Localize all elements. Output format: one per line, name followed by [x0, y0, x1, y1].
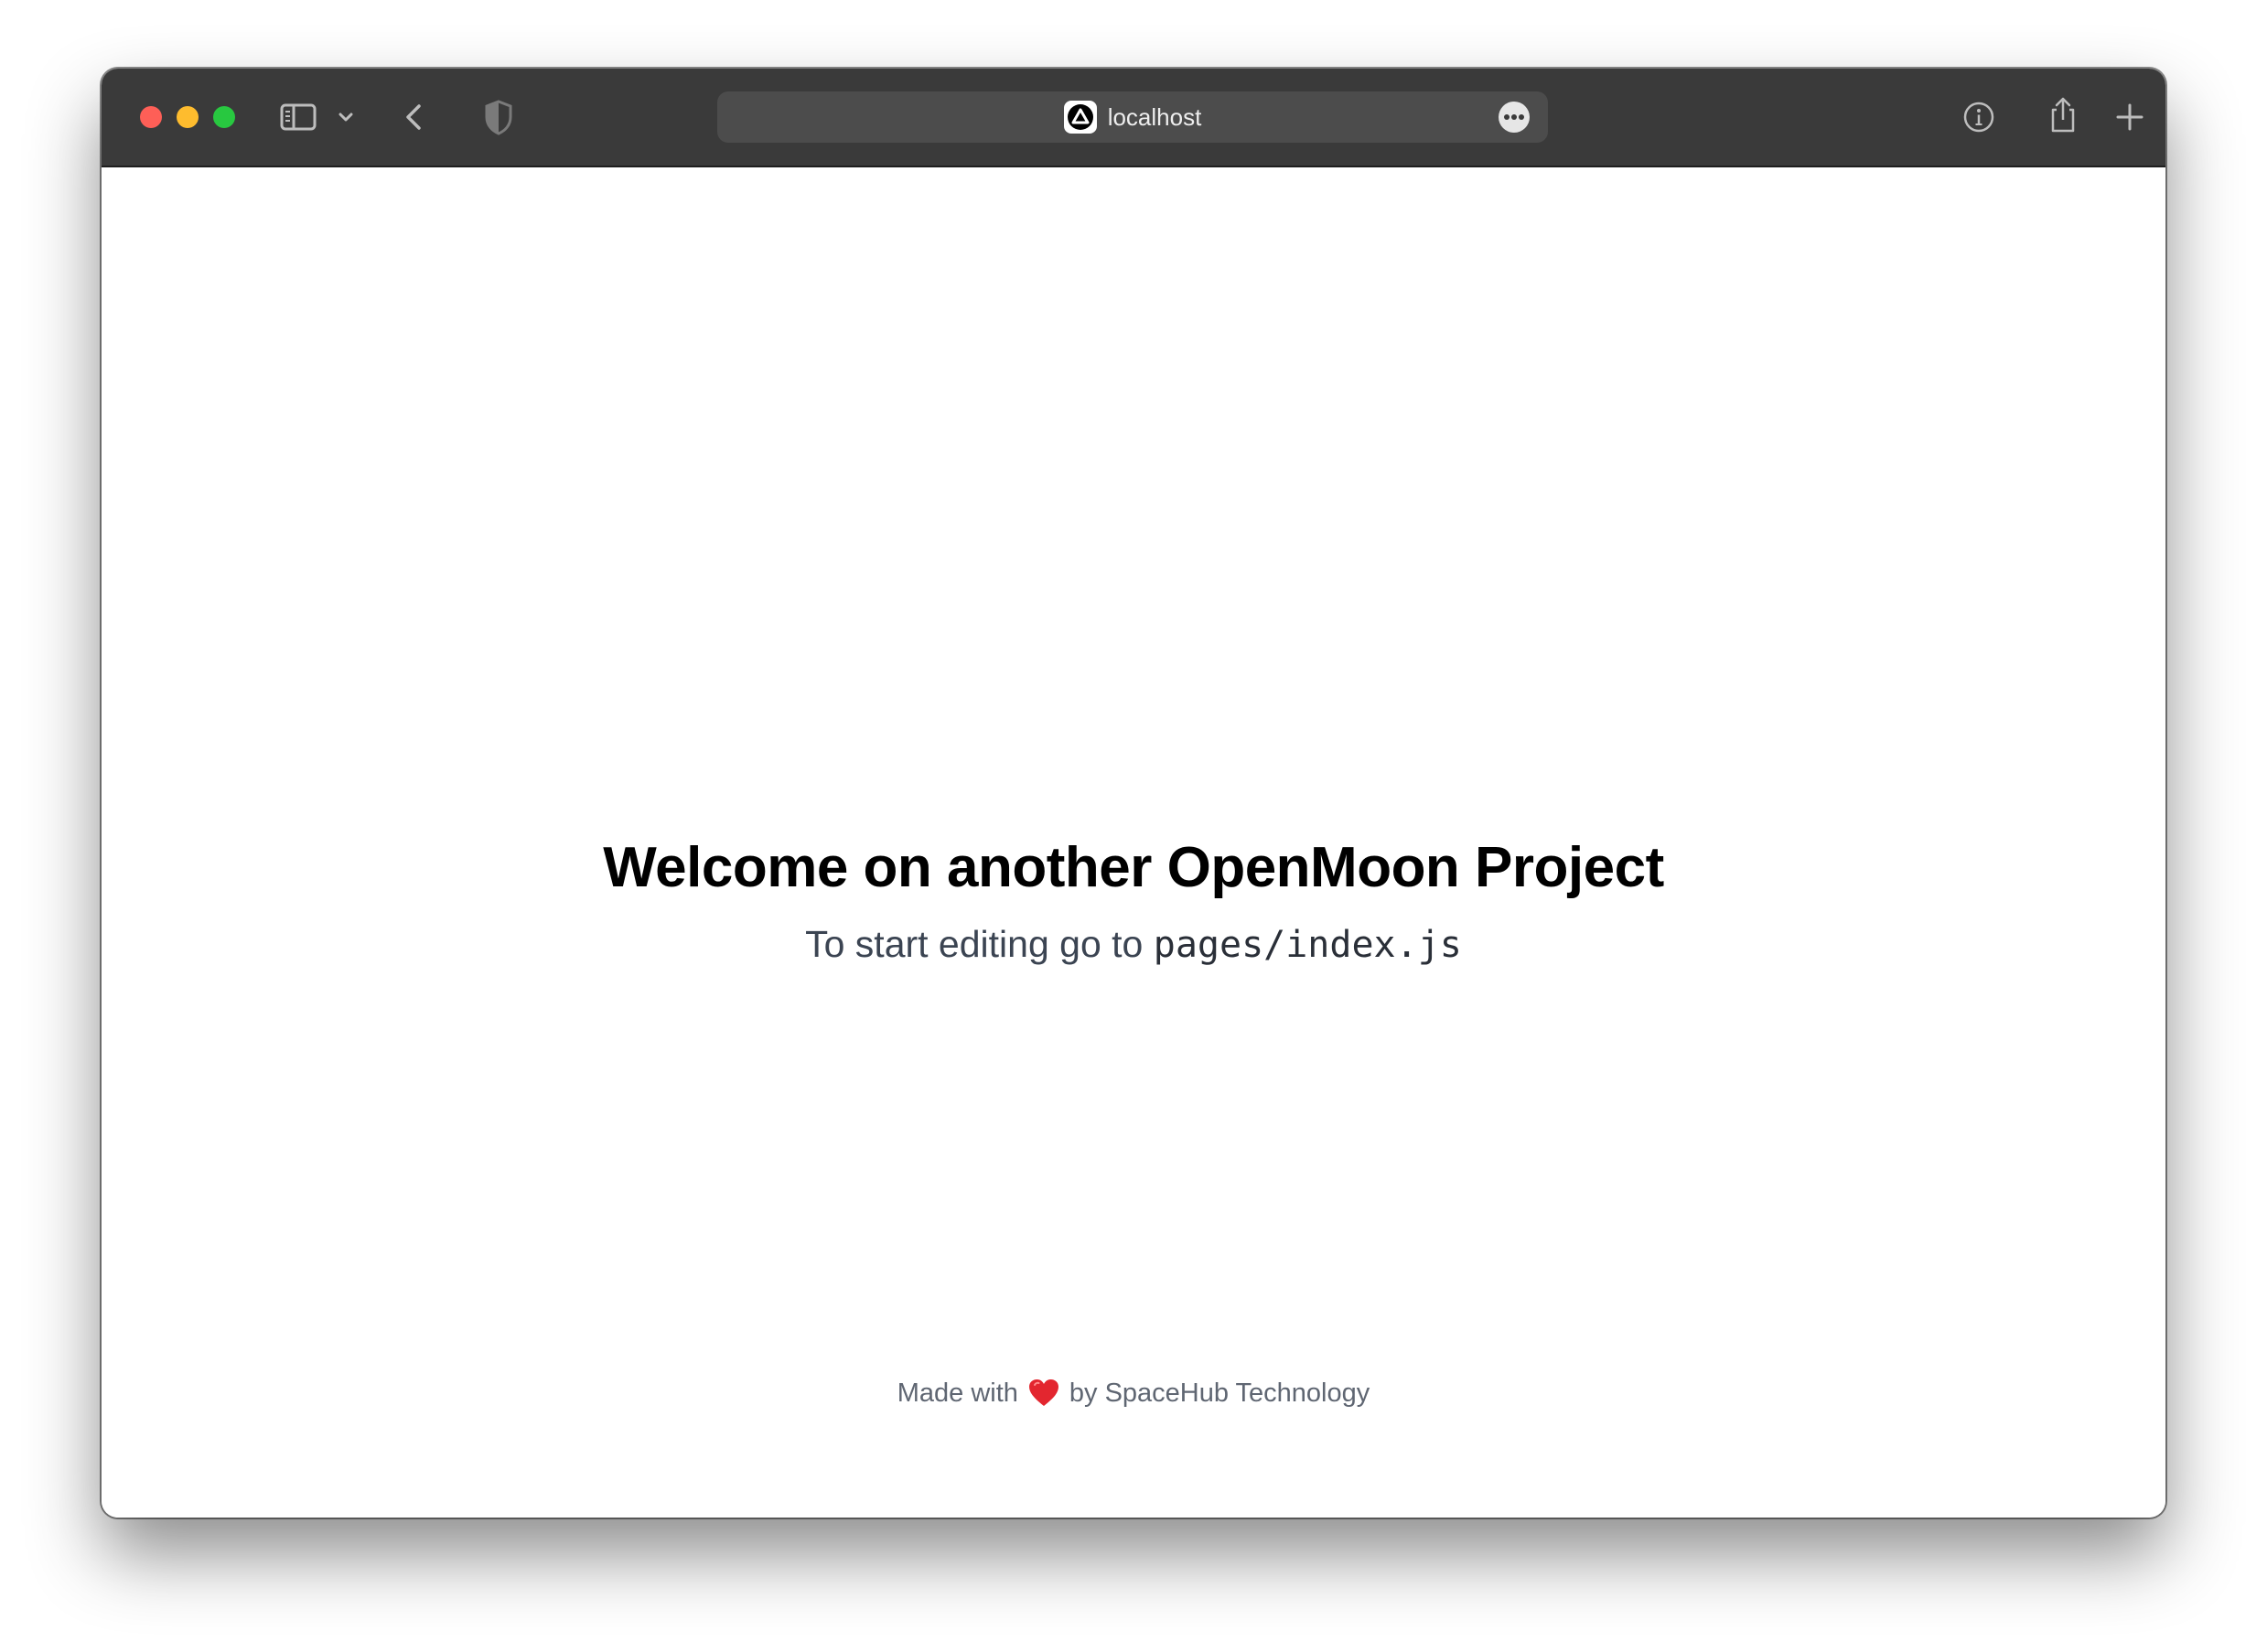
- page-content: Welcome on another OpenMoon Project To s…: [102, 167, 2165, 1518]
- browser-toolbar: localhost: [102, 69, 2165, 167]
- page-subtitle: To start editing go to pages/index.js: [102, 923, 2165, 966]
- triangle-logo-icon: [1063, 101, 1097, 134]
- file-path-code: pages/index.js: [1153, 924, 1462, 966]
- address-bar[interactable]: localhost: [717, 91, 1548, 143]
- url-text[interactable]: localhost: [1108, 103, 1202, 132]
- heart-icon: [1027, 1378, 1060, 1409]
- chevron-down-icon[interactable]: [336, 108, 356, 126]
- ellipsis-icon[interactable]: [1499, 102, 1530, 133]
- share-icon[interactable]: [2046, 94, 2080, 136]
- footer-suffix: by SpaceHub Technology: [1069, 1378, 1370, 1408]
- footer-prefix: Made with: [897, 1378, 1018, 1408]
- maximize-window-button[interactable]: [213, 106, 235, 128]
- minimize-window-button[interactable]: [177, 106, 199, 128]
- page-title: Welcome on another OpenMoon Project: [603, 836, 1664, 899]
- shield-icon[interactable]: [480, 97, 517, 137]
- info-icon[interactable]: [1961, 100, 1996, 134]
- close-window-button[interactable]: [140, 106, 162, 128]
- subtitle-text: To start editing go to: [805, 923, 1154, 965]
- plus-icon[interactable]: [2112, 100, 2147, 134]
- browser-window: localhost Welcome on another OpenMoon Pr…: [102, 69, 2165, 1518]
- sidebar-icon[interactable]: [280, 99, 317, 135]
- footer: Made with by SpaceHub Technology: [102, 1378, 2165, 1409]
- back-button[interactable]: [396, 99, 433, 135]
